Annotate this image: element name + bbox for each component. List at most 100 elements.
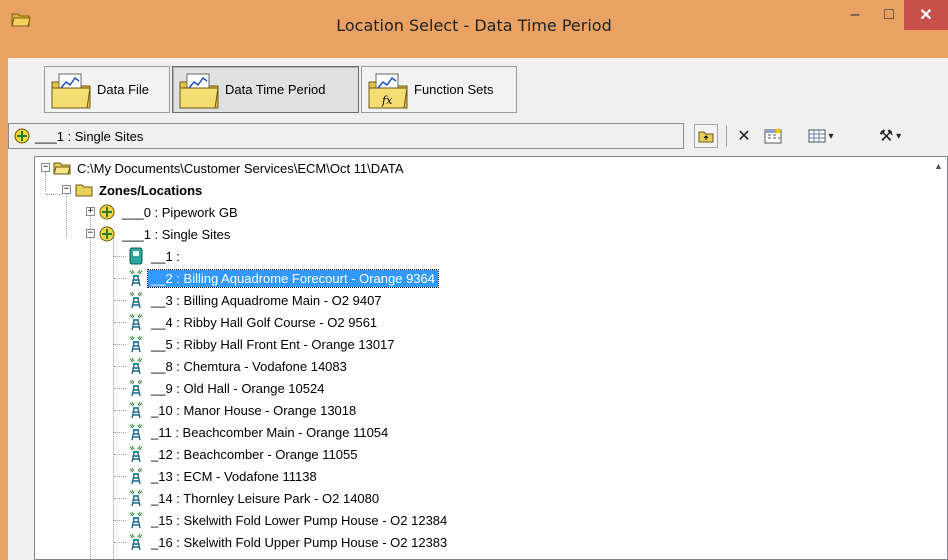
maximize-button[interactable]: □ (872, 0, 906, 30)
site-label: _10 : Manor House - Orange 13018 (151, 402, 357, 418)
site-node[interactable]: __9 : Old Hall - Orange 10524 (127, 377, 327, 399)
grid-menu-button[interactable]: ▾ (804, 124, 838, 148)
tree-line (114, 520, 126, 521)
tree-line (45, 172, 46, 194)
collapse-toggle[interactable]: − (41, 163, 50, 172)
radio-mast-icon (129, 445, 143, 463)
current-location-label: ___1 : Single Sites (35, 128, 144, 144)
tree-line (114, 476, 126, 477)
function-sets-button[interactable]: fx Function Sets (361, 66, 517, 113)
client-area: Data File Data Time Period fx Function S… (8, 58, 948, 560)
site-label: _11 : Beachcomber Main - Orange 11054 (151, 424, 389, 440)
calendar-icon (764, 128, 782, 144)
chevron-down-icon: ▾ (896, 130, 902, 142)
data-time-period-button[interactable]: Data Time Period (172, 66, 359, 113)
site-label: __3 : Billing Aquadrome Main - O2 9407 (151, 292, 382, 308)
radio-mast-icon (129, 335, 143, 353)
radio-mast-icon (129, 511, 143, 529)
toolbar-separator (726, 125, 727, 147)
site-node[interactable]: _14 : Thornley Leisure Park - O2 14080 (127, 487, 382, 509)
site-label: __1 : (151, 248, 180, 264)
radio-mast-icon (129, 269, 143, 287)
minimize-button[interactable]: – (838, 0, 872, 30)
site-node[interactable]: _13 : ECM - Vodafone 11138 (127, 465, 320, 487)
grid-menu-icon (808, 129, 826, 143)
title-bar[interactable]: Location Select - Data Time Period – □ ✕ (0, 0, 948, 58)
expand-toggle[interactable]: + (86, 207, 95, 216)
collapse-toggle[interactable]: − (62, 185, 71, 194)
current-location-field[interactable]: ___1 : Single Sites (8, 123, 684, 149)
site-node[interactable]: __2 : Billing Aquadrome Forecourt - Oran… (127, 267, 440, 289)
tree-line (114, 256, 126, 257)
data-time-period-label: Data Time Period (225, 82, 326, 97)
tree-line (114, 366, 126, 367)
window-title: Location Select - Data Time Period (336, 16, 612, 35)
site-node[interactable]: __3 : Billing Aquadrome Main - O2 9407 (127, 289, 385, 311)
site-group-icon (99, 226, 115, 242)
up-folder-button[interactable] (694, 124, 718, 148)
tree-group-label: ___0 : Pipework GB (122, 204, 238, 220)
tree-line (90, 216, 91, 559)
site-node[interactable]: _10 : Manor House - Orange 13018 (127, 399, 359, 421)
tree-line (114, 278, 126, 279)
site-node[interactable]: __4 : Ribby Hall Golf Course - O2 9561 (127, 311, 380, 333)
data-file-button[interactable]: Data File (44, 66, 170, 113)
tree-line (114, 388, 126, 389)
site-label: _16 : Skelwith Fold Upper Pump House - O… (151, 534, 448, 550)
tree-root-node[interactable]: C:\My Documents\Customer Services\ECM\Oc… (53, 157, 407, 179)
site-node[interactable]: __8 : Chemtura - Vodafone 14083 (127, 355, 350, 377)
up-folder-icon (698, 131, 714, 143)
tree-group-label: ___1 : Single Sites (122, 226, 231, 242)
tree-group-node[interactable]: ___0 : Pipework GB (98, 201, 241, 223)
radio-mast-icon (129, 313, 143, 331)
site-node[interactable]: __1 : (127, 245, 183, 267)
collapse-toggle[interactable]: − (86, 229, 95, 238)
site-node[interactable]: _11 : Beachcomber Main - Orange 11054 (127, 421, 391, 443)
radio-mast-icon (129, 401, 143, 419)
delete-button[interactable]: ✕ (732, 124, 756, 148)
chevron-down-icon: ▾ (828, 130, 834, 142)
svg-text:fx: fx (381, 94, 393, 107)
close-button[interactable]: ✕ (904, 0, 948, 30)
folder-chart-icon (179, 73, 219, 108)
tools-menu-button[interactable]: ⚒ ▾ (870, 124, 910, 148)
vertical-scrollbar[interactable]: ▲ (930, 157, 947, 559)
radio-mast-icon (129, 533, 143, 551)
radio-mast-icon (129, 379, 143, 397)
radio-mast-icon (129, 291, 143, 309)
folder-function-icon: fx (368, 73, 408, 108)
site-group-icon (99, 204, 115, 220)
tree-line (46, 194, 62, 195)
tree-line (113, 238, 114, 559)
site-label: __9 : Old Hall - Orange 10524 (151, 380, 325, 396)
site-node[interactable]: __5 : Ribby Hall Front Ent - Orange 1301… (127, 333, 398, 355)
radio-mast-icon (129, 467, 143, 485)
site-node[interactable]: _16 : Skelwith Fold Upper Pump House - O… (127, 531, 450, 553)
tree-line (114, 432, 126, 433)
scroll-up-arrow-icon[interactable]: ▲ (930, 157, 947, 174)
site-label: _15 : Skelwith Fold Lower Pump House - O… (151, 512, 448, 528)
folder-icon (75, 184, 93, 197)
tree-line (114, 410, 126, 411)
zones-node[interactable]: Zones/Locations (75, 179, 205, 201)
meter-icon (129, 247, 143, 265)
calendar-button[interactable] (760, 124, 786, 148)
radio-mast-icon (129, 489, 143, 507)
function-sets-label: Function Sets (414, 82, 494, 97)
tree-group-node[interactable]: ___1 : Single Sites (98, 223, 233, 245)
site-group-icon (14, 128, 30, 144)
radio-mast-icon (129, 423, 143, 441)
tools-icon: ⚒ (878, 128, 894, 145)
tree-line (114, 498, 126, 499)
tree-line (114, 300, 126, 301)
site-node[interactable]: _15 : Skelwith Fold Lower Pump House - O… (127, 509, 450, 531)
site-label: __2 : Billing Aquadrome Forecourt - Oran… (146, 268, 440, 288)
delete-icon: ✕ (737, 128, 751, 145)
location-tree[interactable]: − C:\My Documents\Customer Services\ECM\… (34, 156, 948, 560)
site-node[interactable]: _12 : Beachcomber - Orange 11055 (127, 443, 360, 465)
location-bar: ___1 : Single Sites ✕ ▾ ⚒ ▾ (8, 123, 948, 151)
radio-mast-icon (129, 357, 143, 375)
main-toolbar: Data File Data Time Period fx Function S… (8, 58, 948, 120)
data-file-label: Data File (97, 82, 150, 97)
tree-line (114, 542, 126, 543)
